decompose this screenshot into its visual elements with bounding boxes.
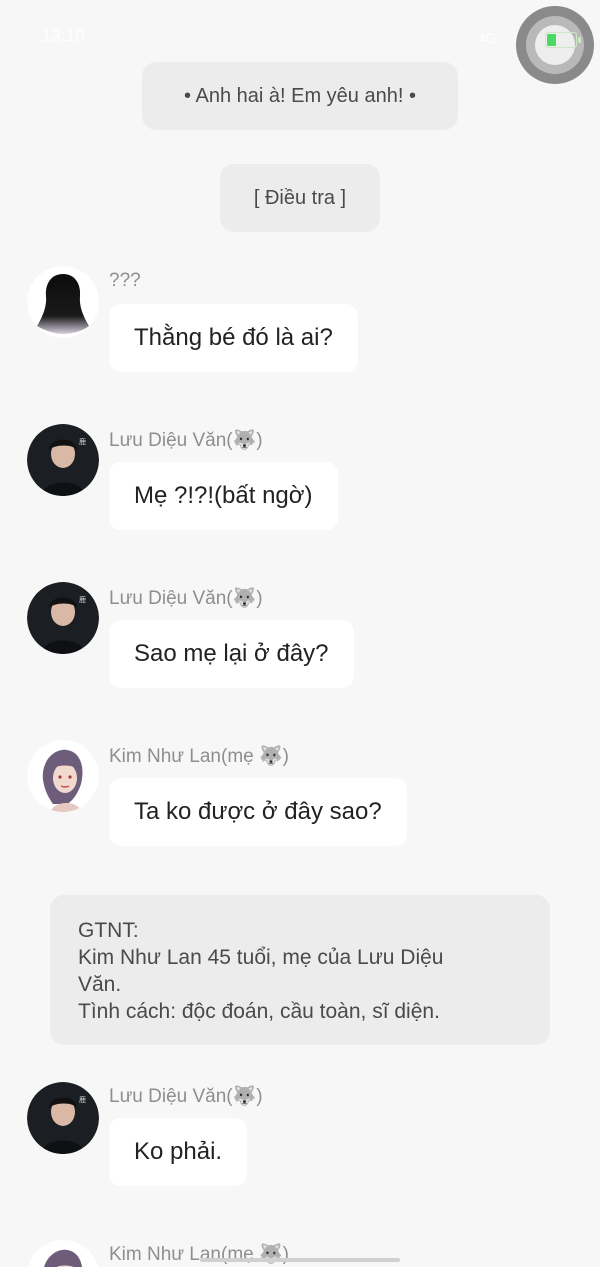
- sender-name: Lưu Diệu Văn(🐺): [109, 1086, 263, 1107]
- status-time: 13:10: [42, 26, 85, 45]
- info-line: Văn.: [78, 973, 122, 996]
- message-bubble[interactable]: Ta ko được ở đây sao?: [109, 778, 407, 846]
- woman-avatar[interactable]: [27, 1240, 99, 1267]
- sender-name: Lưu Diệu Văn(🐺): [109, 588, 263, 609]
- battery-icon: [545, 32, 581, 48]
- system-message-investigate: [ Điều tra ]: [220, 164, 380, 232]
- system-message: • Anh hai à! Em yêu anh! •: [142, 62, 458, 130]
- message-bubble[interactable]: Mẹ ?!?!(bất ngờ): [109, 462, 338, 530]
- sender-name: Kim Như Lan(mẹ 🐺): [109, 746, 289, 767]
- home-indicator[interactable]: [200, 1258, 400, 1262]
- sender-name: Kim Như Lan(mẹ 🐺): [109, 1244, 289, 1265]
- message-bubble[interactable]: Sao mẹ lại ở đây?: [109, 620, 354, 688]
- message-bubble[interactable]: Thằng bé đó là ai?: [109, 304, 358, 372]
- young-man-avatar[interactable]: 鹿: [27, 1082, 99, 1154]
- svg-text:鹿: 鹿: [79, 595, 86, 604]
- message-bubble[interactable]: Ko phải.: [109, 1118, 248, 1186]
- status-bar: 13:10 4G: [0, 0, 600, 60]
- signal-indicator: 4G: [478, 30, 497, 46]
- sender-name: Lưu Diệu Văn(🐺): [109, 430, 263, 451]
- info-line: GTNT:: [78, 919, 139, 942]
- woman-avatar[interactable]: [27, 740, 99, 812]
- sender-name: ???: [109, 270, 141, 291]
- young-man-avatar[interactable]: 鹿: [27, 582, 99, 654]
- svg-text:鹿: 鹿: [79, 1095, 86, 1104]
- svg-text:鹿: 鹿: [79, 437, 86, 446]
- silhouette-avatar[interactable]: [27, 266, 99, 338]
- info-line: Tình cách: độc đoán, cầu toàn, sĩ diện.: [78, 1000, 440, 1023]
- info-line: Kim Như Lan 45 tuổi, mẹ của Lưu Diệu: [78, 946, 444, 969]
- young-man-avatar[interactable]: 鹿: [27, 424, 99, 496]
- character-info-card: GTNT: Kim Như Lan 45 tuổi, mẹ của Lưu Di…: [50, 895, 550, 1045]
